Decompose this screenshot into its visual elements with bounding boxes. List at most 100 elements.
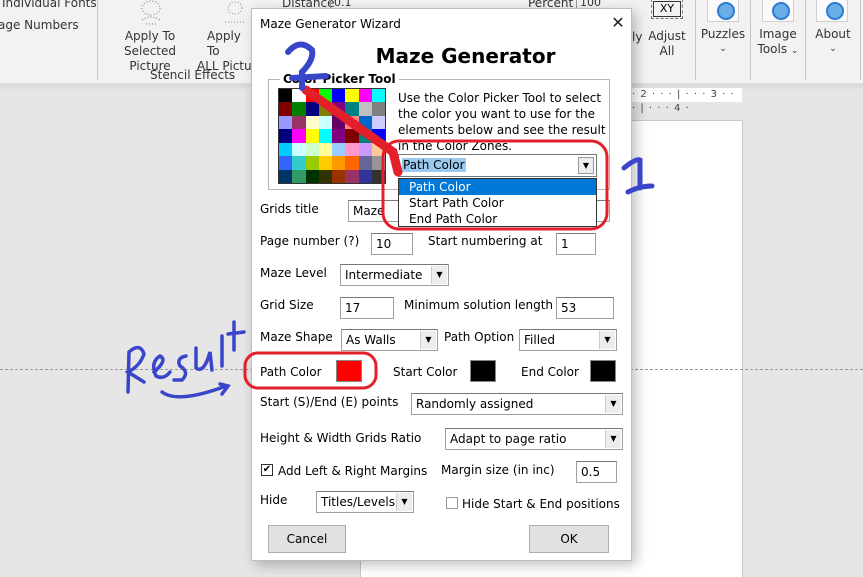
adjust-all-button[interactable]: Adjust All [645, 29, 689, 59]
ratio-select[interactable]: Adapt to page ratio ▼ [445, 428, 623, 450]
palette-color-cell[interactable] [345, 102, 359, 116]
palette-color-cell[interactable] [371, 156, 385, 170]
close-icon[interactable]: ✕ [608, 13, 628, 33]
hide-select[interactable]: Titles/Levels ▼ [316, 491, 414, 513]
color-target-options: Path Color Start Path Color End Path Col… [398, 178, 597, 227]
palette-color-cell[interactable] [332, 89, 346, 103]
maze-level-select[interactable]: Intermediate ▼ [340, 264, 449, 286]
palette-color-cell[interactable] [292, 115, 306, 130]
palette-color-cell[interactable] [279, 142, 293, 157]
palette-color-cell[interactable] [371, 129, 385, 143]
palette-color-cell[interactable] [292, 89, 306, 103]
palette-color-cell[interactable] [305, 102, 319, 116]
palette-color-cell[interactable] [318, 102, 332, 116]
palette-color-cell[interactable] [332, 129, 346, 143]
palette-color-cell[interactable] [345, 89, 359, 103]
page-number-input[interactable]: 10 [371, 233, 413, 255]
palette-color-cell[interactable] [358, 115, 372, 130]
ribbon-page-numbers[interactable]: age Numbers [0, 18, 79, 32]
palette-color-cell[interactable] [358, 156, 372, 170]
image-tools-button[interactable]: Image Tools ⌄ [752, 27, 804, 59]
palette-color-cell[interactable] [345, 169, 359, 183]
dialog-heading: Maze Generator [375, 44, 556, 68]
palette-color-cell[interactable] [279, 129, 293, 143]
palette-color-cell[interactable] [318, 169, 332, 183]
apply-partial-label[interactable]: ly [632, 30, 642, 44]
end-color-swatch[interactable] [590, 360, 616, 382]
palette-color-cell[interactable] [332, 102, 346, 116]
palette-color-cell[interactable] [305, 169, 319, 183]
palette-color-cell[interactable] [279, 156, 293, 170]
palette-color-cell[interactable] [358, 89, 372, 103]
cancel-button[interactable]: Cancel [268, 525, 346, 553]
palette-color-cell[interactable] [371, 89, 385, 103]
image-tools-line1: Image [759, 27, 797, 41]
end-color-label: End Color [521, 365, 579, 379]
page-number-label: Page number (?) [260, 234, 360, 248]
palette-color-cell[interactable] [371, 169, 385, 183]
about-label: About [815, 27, 851, 41]
puzzles-button[interactable]: Puzzles ⌄ [700, 27, 746, 57]
palette-color-cell[interactable] [318, 129, 332, 143]
xy-icon: XY [651, 0, 683, 19]
palette-color-cell[interactable] [345, 115, 359, 130]
palette-color-cell[interactable] [358, 169, 372, 183]
start-numbering-input[interactable]: 1 [556, 233, 596, 255]
add-margins-checkbox[interactable]: ✔ [261, 464, 273, 476]
min-solution-input[interactable]: 53 [556, 297, 614, 319]
palette-color-cell[interactable] [345, 156, 359, 170]
palette-color-cell[interactable] [358, 142, 372, 157]
ribbon-separator [860, 0, 861, 80]
palette-color-cell[interactable] [318, 142, 332, 157]
grid-size-input[interactable]: 17 [340, 297, 394, 319]
about-button[interactable]: About ⌄ [810, 27, 856, 57]
color-target-select[interactable]: Path Color ▼ [398, 154, 597, 177]
palette-color-cell[interactable] [332, 142, 346, 157]
ok-button[interactable]: OK [529, 525, 609, 553]
margin-size-input[interactable]: 0.5 [576, 461, 617, 483]
dropdown-arrow-icon[interactable]: ▼ [578, 157, 594, 174]
option-path-color[interactable]: Path Color [399, 179, 596, 195]
option-end-path-color[interactable]: End Path Color [399, 211, 596, 227]
palette-color-cell[interactable] [279, 102, 293, 116]
maze-generator-dialog: Maze Generator Wizard ✕ Maze Generator C… [251, 8, 632, 561]
palette-color-cell[interactable] [345, 142, 359, 157]
start-color-label: Start Color [393, 365, 458, 379]
palette-color-cell[interactable] [279, 115, 293, 130]
palette-color-cell[interactable] [332, 115, 346, 130]
start-color-swatch[interactable] [470, 360, 496, 382]
palette-color-cell[interactable] [371, 142, 385, 157]
palette-color-cell[interactable] [292, 102, 306, 116]
palette-color-cell[interactable] [318, 156, 332, 170]
palette-color-cell[interactable] [318, 89, 332, 103]
hide-start-end-checkbox[interactable] [446, 497, 458, 509]
palette-color-cell[interactable] [305, 129, 319, 143]
palette-color-cell[interactable] [371, 102, 385, 116]
palette-color-cell[interactable] [305, 115, 319, 130]
maze-shape-select[interactable]: As Walls ▼ [341, 329, 438, 351]
palette-color-cell[interactable] [358, 102, 372, 116]
palette-color-cell[interactable] [279, 169, 293, 183]
palette-color-cell[interactable] [292, 169, 306, 183]
palette-color-cell[interactable] [292, 156, 306, 170]
palette-color-cell[interactable] [305, 89, 319, 103]
color-palette[interactable] [278, 88, 386, 184]
palette-color-cell[interactable] [358, 129, 372, 143]
start-end-points-select[interactable]: Randomly assigned ▼ [411, 393, 623, 415]
maze-shape-value: As Walls [346, 333, 396, 347]
palette-color-cell[interactable] [305, 156, 319, 170]
palette-color-cell[interactable] [279, 89, 293, 103]
path-color-swatch[interactable] [336, 360, 362, 382]
path-option-select[interactable]: Filled ▼ [519, 329, 617, 351]
palette-color-cell[interactable] [305, 142, 319, 157]
palette-color-cell[interactable] [371, 115, 385, 130]
palette-color-cell[interactable] [318, 115, 332, 130]
palette-color-cell[interactable] [292, 129, 306, 143]
ribbon-individual-fonts[interactable]: Individual Fonts [2, 0, 97, 10]
palette-color-cell[interactable] [332, 169, 346, 183]
palette-color-cell[interactable] [332, 156, 346, 170]
path-option-label: Path Option [444, 330, 515, 344]
option-start-path-color[interactable]: Start Path Color [399, 195, 596, 211]
palette-color-cell[interactable] [345, 129, 359, 143]
palette-color-cell[interactable] [292, 142, 306, 157]
